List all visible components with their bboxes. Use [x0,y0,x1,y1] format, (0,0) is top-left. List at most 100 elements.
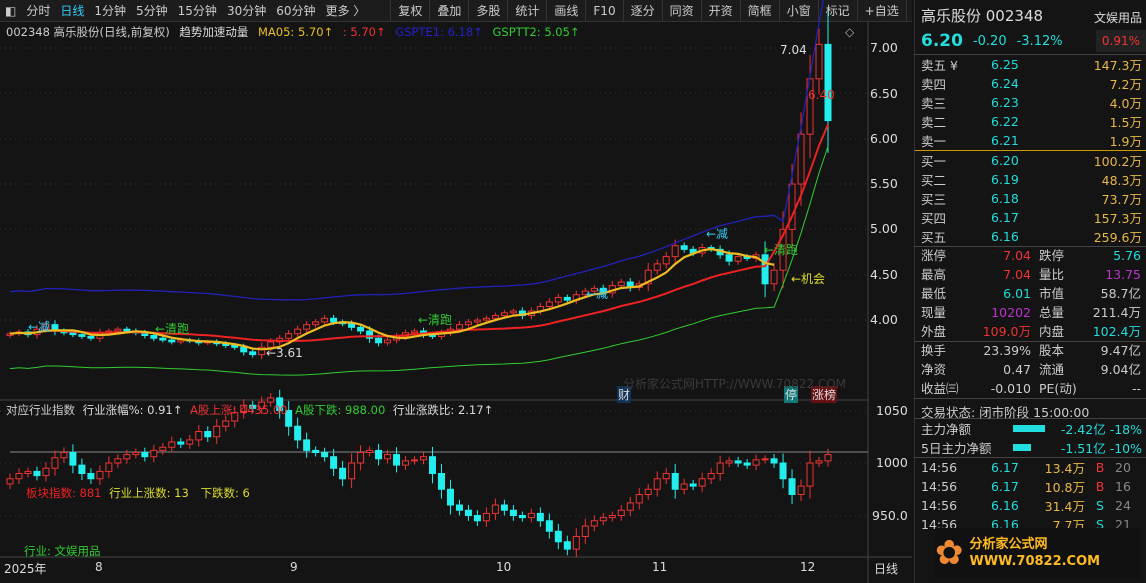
date-label: 8 [95,560,103,574]
level-price: 6.22 [991,114,1019,129]
index-tick: 1000 [876,455,908,470]
book-row[interactable]: 买五 6.16 259.6万 [915,227,1146,246]
pct-change: -3.12% [1016,33,1063,49]
book-row[interactable]: 买二 6.19 48.3万 [915,170,1146,189]
candle-up [105,462,113,472]
candle-down [473,515,481,522]
sector-name[interactable]: 文娱用品 [1094,9,1142,28]
candle-down [788,478,796,495]
tick-time: 14:56 [921,498,958,513]
price-tick: 4.50 [870,267,898,282]
level-label: 买五 [921,230,947,245]
candle-down [779,462,787,480]
date-label: 11 [652,560,668,574]
candle-up [357,452,365,464]
candle-up [545,301,553,307]
period-label[interactable]: 日线 [874,560,898,577]
money-flow: 主力净额 -2.42亿 -18% 5日主力净额 -1.51亿 -10% [915,418,1146,457]
level-price: 6.19 [991,172,1019,187]
date-label: 2025年 [4,562,47,576]
industry-down: 下跌数: 6 [200,486,250,500]
tick-list: 14:56 6.17 13.4万 B 20 14:56 6.17 10.8万 B 16 14:56 6… [915,457,1146,534]
stat-value: 211.4万 [1092,305,1141,320]
stat-value: 13.75 [1105,267,1141,282]
stat-label: 最高 [921,267,947,282]
stat-label: 总量 [1039,305,1065,320]
a-down: A股下跌: 988.00 [295,403,386,417]
mark-label: 6.40 [808,88,835,102]
candle-up [303,324,311,330]
settings-diamond-icon[interactable]: ◇ [845,25,854,39]
candle-down [725,254,733,262]
book-row[interactable]: 买四 6.17 157.3万 [915,208,1146,227]
flower-logo-icon: ✿ [935,533,964,573]
signal-jian: ←减 [706,227,729,241]
level-price: 6.18 [991,191,1019,206]
candle-down [231,344,239,348]
candle-up [662,473,670,480]
candle-up [24,470,32,474]
tick-row: 14:56 6.17 13.4万 B 20 [915,458,1146,477]
stat-label: 流通 [1039,362,1065,377]
book-row[interactable]: 卖二 6.22 1.5万 [915,112,1146,131]
candle-down [689,483,697,487]
stat-value: -0.010 [990,381,1031,396]
level-volume: 48.3万 [1101,173,1142,188]
tick-volume: 13.4万 [1044,461,1085,476]
candle-up [159,446,167,451]
candle-up [15,473,23,480]
candle-down [204,431,212,438]
book-row[interactable]: 卖三 6.23 4.0万 [915,93,1146,112]
candle-down [464,509,472,516]
book-row[interactable]: 买一 6.20 100.2万 [915,151,1146,170]
indicator-name[interactable]: 趋势加速动量 [179,25,248,39]
candle-up [132,452,140,456]
level-price: 6.24 [991,76,1019,91]
level-volume: 4.0万 [1109,96,1142,111]
candle-down [536,512,544,522]
candle-down [455,504,463,511]
stat-label: 量比 [1039,267,1065,282]
candle-up [770,269,778,285]
candle-down [734,460,742,464]
candle-up [321,317,329,323]
candle-down [312,449,320,453]
low-label: ←3.61 [266,346,303,360]
candle-down [141,452,149,458]
candle-up [294,328,302,335]
candle-up [482,317,490,321]
stat-label: 收益㈢ [921,381,959,396]
book-row[interactable]: 卖四 6.24 7.2万 [915,74,1146,93]
candle-up [644,488,652,495]
candle-down [294,425,302,441]
tick-time: 14:56 [921,479,958,494]
stat-value: 58.7亿 [1100,286,1141,301]
candle-up [411,330,419,334]
gspte1-line [9,0,824,301]
candle-down [824,43,832,122]
flow-bar [1013,425,1045,432]
signal-qingpao: ←清跑 [155,322,190,336]
signal-qingpao: ←清跑 [764,243,799,257]
stat-label: 现量 [921,305,947,320]
tick-price: 6.17 [991,460,1019,475]
level-label: 买四 [921,211,947,226]
tick-count: 16 [1115,479,1131,494]
stat-value: -- [1131,381,1141,396]
price-tick: 5.00 [870,221,898,236]
book-row[interactable]: 买三 6.18 73.7万 [915,189,1146,208]
book-row[interactable]: 卖一 6.21 1.9万 [915,131,1146,150]
level-volume: 157.3万 [1093,211,1142,226]
stat-label: 换手 [921,343,947,358]
candle-up [824,454,832,462]
book-row[interactable]: 卖五 ¥ 6.25 147.3万 [915,55,1146,74]
stat-value: 9.04亿 [1100,362,1141,377]
stat-label: 股本 [1039,343,1065,358]
level-label: 卖一 [921,134,947,149]
level-label: 卖二 [921,115,947,130]
industry-pct: 行业涨幅%: 0.91↑ [82,403,183,417]
candle-down [437,473,445,490]
candle-up [797,485,805,496]
candle-down [500,504,508,511]
stat-label: 内盘 [1039,324,1065,339]
